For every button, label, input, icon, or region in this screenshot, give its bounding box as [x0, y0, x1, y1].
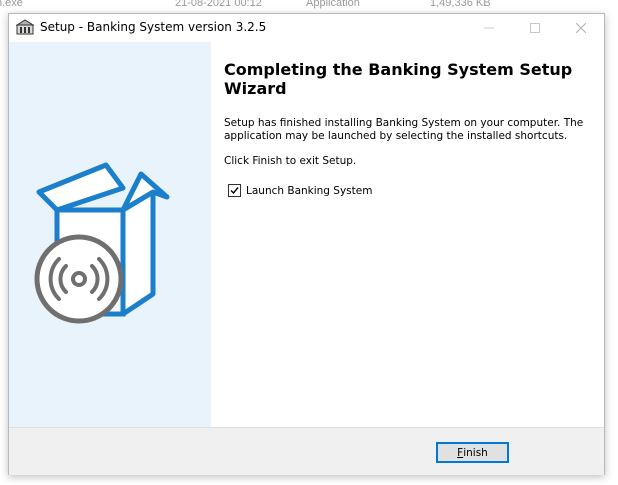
software-box-cd-icon [34, 162, 170, 324]
finish-button[interactable]: Finish [436, 442, 509, 463]
background-file-row: n.exe 21-08-2021 00:12 Application 1,49,… [0, 0, 618, 12]
bg-filename: n.exe [0, 0, 23, 9]
launch-checkbox-row[interactable]: Launch Banking System [228, 184, 372, 197]
wizard-footer: Finish [9, 427, 604, 475]
minimize-icon [484, 27, 494, 29]
minimize-button[interactable] [466, 14, 512, 42]
maximize-button[interactable] [512, 14, 558, 42]
installer-app-icon [16, 19, 34, 35]
install-complete-message: Setup has finished installing Banking Sy… [224, 117, 584, 142]
window-title: Setup - Banking System version 3.2.5 [40, 20, 267, 34]
wizard-heading: Completing the Banking System Setup Wiza… [224, 60, 573, 98]
close-icon [576, 23, 586, 33]
finish-prompt: Click Finish to exit Setup. [224, 155, 357, 167]
bg-type: Application [306, 0, 360, 9]
maximize-icon [530, 23, 540, 33]
title-bar[interactable]: Setup - Banking System version 3.2.5 [9, 14, 604, 42]
setup-window: Setup - Banking System version 3.2.5 Com… [8, 13, 605, 475]
bg-size: 1,49,336 KB [430, 0, 491, 9]
launch-checkbox-label[interactable]: Launch Banking System [246, 185, 372, 197]
checkmark-icon [230, 187, 239, 195]
launch-checkbox[interactable] [228, 184, 241, 197]
finish-label: inish [463, 446, 488, 459]
close-button[interactable] [558, 14, 604, 42]
bg-date: 21-08-2021 00:12 [175, 0, 262, 9]
wizard-content: Completing the Banking System Setup Wiza… [211, 42, 604, 427]
wizard-sidebar [9, 42, 211, 427]
